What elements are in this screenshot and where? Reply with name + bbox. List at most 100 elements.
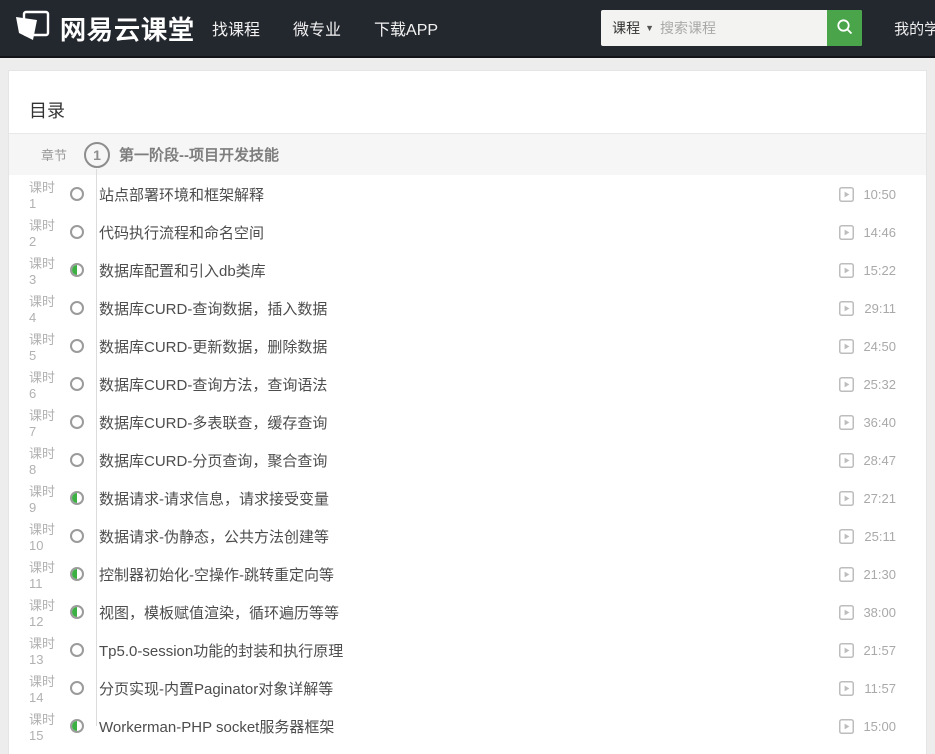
lesson-row-right: 25:32 <box>839 376 926 392</box>
lesson-title-link[interactable]: 数据库配置和引入db类库 <box>99 260 266 281</box>
video-play-icon[interactable] <box>839 300 854 316</box>
lesson-title-link[interactable]: 数据请求-请求信息，请求接受变量 <box>99 488 329 509</box>
search-category-select[interactable]: 课程 ▼ <box>601 18 660 38</box>
lesson-row-right: 28:47 <box>839 452 926 468</box>
lesson-row[interactable]: 课时9 数据请求-请求信息，请求接受变量 27:21 <box>9 479 926 517</box>
chapter-label: 章节 <box>41 148 68 163</box>
lesson-duration: 27:21 <box>863 490 896 506</box>
lesson-row[interactable]: 课时6 数据库CURD-查询方法，查询语法 25:32 <box>9 365 926 403</box>
progress-indicator <box>59 263 95 277</box>
video-play-icon[interactable] <box>839 414 854 430</box>
lesson-row-right: 29:11 <box>839 300 926 316</box>
lesson-row[interactable]: 课时12 视图，模板赋值渲染，循环遍历等等 38:00 <box>9 593 926 631</box>
lesson-row[interactable]: 课时3 数据库配置和引入db类库 15:22 <box>9 251 926 289</box>
progress-indicator <box>59 301 95 315</box>
lesson-title-link[interactable]: 控制器初始化-空操作-跳转重定向等 <box>99 564 334 585</box>
lesson-title-link[interactable]: 分页实现-内置Paginator对象详解等 <box>99 678 333 699</box>
lesson-number-label: 课时3 <box>29 256 56 287</box>
video-play-icon[interactable] <box>839 452 854 468</box>
lesson-title-link[interactable]: 数据库CURD-查询方法，查询语法 <box>99 374 327 395</box>
progress-indicator <box>59 377 95 391</box>
nav-item-find-courses[interactable]: 找课程 <box>212 16 260 40</box>
lesson-title-link[interactable]: 数据库CURD-分页查询，聚合查询 <box>99 450 327 471</box>
lesson-number-label: 课时14 <box>29 674 56 705</box>
lesson-row[interactable]: 课时15 Workerman-PHP socket服务器框架 15:00 <box>9 707 926 745</box>
lesson-row-right: 15:00 <box>839 718 926 734</box>
progress-circle-icon <box>70 719 84 733</box>
progress-circle-icon <box>70 491 84 505</box>
lesson-row[interactable]: 课时1 站点部署环境和框架解释 10:50 <box>9 175 926 213</box>
lesson-row-right: 21:30 <box>839 566 926 582</box>
video-play-icon[interactable] <box>839 490 854 506</box>
search-input[interactable] <box>660 20 828 36</box>
video-play-icon[interactable] <box>839 642 854 658</box>
chevron-down-icon: ▼ <box>645 23 654 33</box>
lesson-row[interactable]: 课时10 数据请求-伪静态，公共方法创建等 25:11 <box>9 517 926 555</box>
lesson-row[interactable]: 课时5 数据库CURD-更新数据，删除数据 24:50 <box>9 327 926 365</box>
video-play-icon[interactable] <box>839 262 854 278</box>
lesson-title-link[interactable]: 站点部署环境和框架解释 <box>99 184 264 205</box>
lesson-duration: 24:50 <box>863 338 896 354</box>
lesson-duration: 21:57 <box>863 642 896 658</box>
progress-indicator <box>59 415 95 429</box>
progress-circle-icon <box>70 225 84 239</box>
video-play-icon[interactable] <box>839 604 854 620</box>
chapter-title: 第一阶段--项目开发技能 <box>119 147 280 164</box>
progress-circle-icon <box>70 453 84 467</box>
lesson-number-label: 课时6 <box>29 370 56 401</box>
lesson-title-link[interactable]: 视图，模板赋值渲染，循环遍历等等 <box>99 602 339 623</box>
search-category-value: 课程 <box>612 20 641 36</box>
lesson-row[interactable]: 课时7 数据库CURD-多表联查，缓存查询 36:40 <box>9 403 926 441</box>
lesson-duration: 15:22 <box>863 262 896 278</box>
video-play-icon[interactable] <box>839 224 854 240</box>
lesson-row[interactable]: 课时8 数据库CURD-分页查询，聚合查询 28:47 <box>9 441 926 479</box>
progress-indicator <box>59 187 95 201</box>
lesson-row[interactable]: 课时2 代码执行流程和命名空间 14:46 <box>9 213 926 251</box>
chapter-row: 章节 1 第一阶段--项目开发技能 <box>9 134 926 175</box>
logo-icon <box>12 8 52 49</box>
lesson-row[interactable]: 课时13 Tp5.0-session功能的封装和执行原理 21:57 <box>9 631 926 669</box>
lesson-list: 课时1 站点部署环境和框架解释 10:50 课时2 代码执行流程和命名空间 14… <box>9 175 926 745</box>
lesson-duration: 11:57 <box>864 680 896 696</box>
video-play-icon[interactable] <box>839 376 854 392</box>
lesson-title-link[interactable]: 数据库CURD-更新数据，删除数据 <box>99 336 327 357</box>
lesson-number-label: 课时9 <box>29 484 56 515</box>
lesson-number-label: 课时11 <box>29 560 56 591</box>
lesson-duration: 38:00 <box>863 604 896 620</box>
my-learning-link[interactable]: 我的学习 <box>894 18 935 39</box>
video-play-icon[interactable] <box>839 186 854 202</box>
progress-indicator <box>59 453 95 467</box>
nav-item-micro-major[interactable]: 微专业 <box>293 16 341 40</box>
video-play-icon[interactable] <box>839 566 854 582</box>
lesson-row[interactable]: 课时14 分页实现-内置Paginator对象详解等 11:57 <box>9 669 926 707</box>
progress-circle-icon <box>70 339 84 353</box>
video-play-icon[interactable] <box>839 528 854 544</box>
chapter-number-badge: 1 <box>84 141 111 168</box>
video-play-icon[interactable] <box>839 680 854 696</box>
lesson-row[interactable]: 课时11 控制器初始化-空操作-跳转重定向等 21:30 <box>9 555 926 593</box>
lesson-row-right: 25:11 <box>839 528 926 544</box>
progress-circle-icon <box>70 415 84 429</box>
progress-indicator <box>59 225 95 239</box>
progress-indicator <box>59 681 95 695</box>
lesson-title-link[interactable]: 数据请求-伪静态，公共方法创建等 <box>99 526 329 547</box>
lesson-duration: 36:40 <box>863 414 896 430</box>
video-play-icon[interactable] <box>839 338 854 354</box>
progress-circle-icon <box>70 605 84 619</box>
progress-circle-icon <box>70 567 84 581</box>
lesson-row-right: 36:40 <box>839 414 926 430</box>
lesson-row[interactable]: 课时4 数据库CURD-查询数据，插入数据 29:11 <box>9 289 926 327</box>
search-bar: 课程 ▼ <box>601 10 863 46</box>
lesson-title-link[interactable]: Tp5.0-session功能的封装和执行原理 <box>99 640 343 661</box>
lesson-number-label: 课时8 <box>29 446 56 477</box>
video-play-icon[interactable] <box>839 718 854 734</box>
lesson-row-right: 38:00 <box>839 604 926 620</box>
search-button[interactable] <box>827 10 863 46</box>
logo[interactable]: 网易云课堂 <box>12 8 195 49</box>
lesson-title-link[interactable]: 数据库CURD-多表联查，缓存查询 <box>99 412 327 433</box>
lesson-title-link[interactable]: 代码执行流程和命名空间 <box>99 222 264 243</box>
nav-item-download-app[interactable]: 下载APP <box>374 16 438 40</box>
lesson-title-link[interactable]: 数据库CURD-查询数据，插入数据 <box>99 298 327 319</box>
search-icon <box>836 18 854 39</box>
lesson-title-link[interactable]: Workerman-PHP socket服务器框架 <box>99 716 334 737</box>
